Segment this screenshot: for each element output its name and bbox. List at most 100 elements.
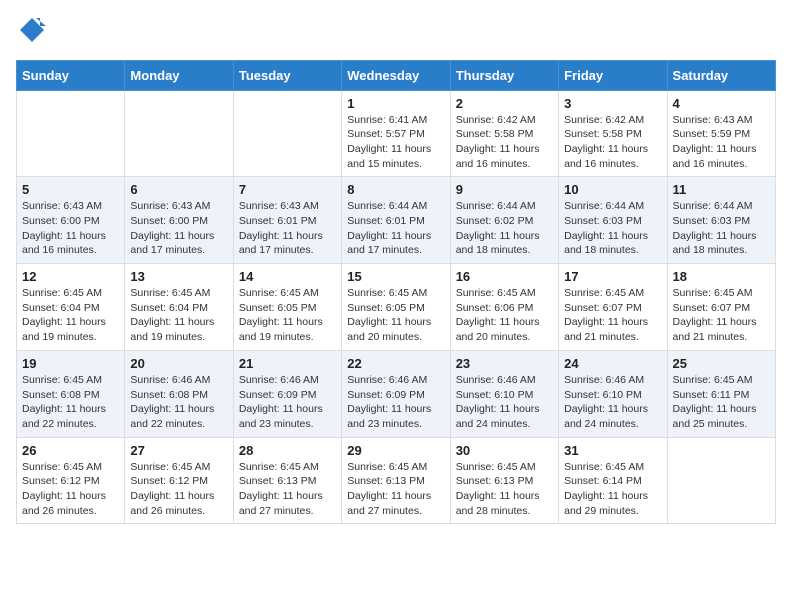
- calendar-week-row: 26 Sunrise: 6:45 AM Sunset: 6:12 PM Dayli…: [17, 437, 776, 524]
- page-header: [16, 16, 776, 50]
- day-info: Sunrise: 6:45 AM Sunset: 6:13 PM Dayligh…: [347, 460, 444, 519]
- calendar-header-saturday: Saturday: [667, 60, 775, 90]
- day-number: 21: [239, 356, 336, 371]
- day-info: Sunrise: 6:44 AM Sunset: 6:01 PM Dayligh…: [347, 199, 444, 258]
- calendar-cell: 21 Sunrise: 6:46 AM Sunset: 6:09 PM Dayli…: [233, 350, 341, 437]
- calendar-cell: 30 Sunrise: 6:45 AM Sunset: 6:13 PM Dayli…: [450, 437, 558, 524]
- day-number: 28: [239, 443, 336, 458]
- calendar-cell: 13 Sunrise: 6:45 AM Sunset: 6:04 PM Dayli…: [125, 264, 233, 351]
- calendar-cell: 5 Sunrise: 6:43 AM Sunset: 6:00 PM Daylig…: [17, 177, 125, 264]
- logo-icon: [18, 16, 46, 44]
- calendar-header-monday: Monday: [125, 60, 233, 90]
- day-number: 20: [130, 356, 227, 371]
- day-number: 9: [456, 182, 553, 197]
- day-info: Sunrise: 6:45 AM Sunset: 6:05 PM Dayligh…: [347, 286, 444, 345]
- day-number: 19: [22, 356, 119, 371]
- day-info: Sunrise: 6:45 AM Sunset: 6:13 PM Dayligh…: [239, 460, 336, 519]
- calendar-cell: 20 Sunrise: 6:46 AM Sunset: 6:08 PM Dayli…: [125, 350, 233, 437]
- day-number: 14: [239, 269, 336, 284]
- day-info: Sunrise: 6:45 AM Sunset: 6:11 PM Dayligh…: [673, 373, 770, 432]
- day-number: 17: [564, 269, 661, 284]
- day-info: Sunrise: 6:45 AM Sunset: 6:05 PM Dayligh…: [239, 286, 336, 345]
- day-number: 29: [347, 443, 444, 458]
- calendar-cell: 8Sunrise: 6:44 AM Sunset: 6:01 PM Daylig…: [342, 177, 450, 264]
- day-info: Sunrise: 6:41 AM Sunset: 5:57 PM Dayligh…: [347, 113, 444, 172]
- day-number: 23: [456, 356, 553, 371]
- day-number: 30: [456, 443, 553, 458]
- day-number: 22: [347, 356, 444, 371]
- day-info: Sunrise: 6:45 AM Sunset: 6:08 PM Dayligh…: [22, 373, 119, 432]
- calendar-cell: [667, 437, 775, 524]
- calendar-week-row: 1 Sunrise: 6:41 AM Sunset: 5:57 PM Daylig…: [17, 90, 776, 177]
- calendar-header-wednesday: Wednesday: [342, 60, 450, 90]
- calendar-cell: 23 Sunrise: 6:46 AM Sunset: 6:10 PM Dayli…: [450, 350, 558, 437]
- calendar-header-friday: Friday: [559, 60, 667, 90]
- calendar-cell: 6 Sunrise: 6:43 AM Sunset: 6:00 PM Daylig…: [125, 177, 233, 264]
- day-info: Sunrise: 6:44 AM Sunset: 6:03 PM Dayligh…: [564, 199, 661, 258]
- day-info: Sunrise: 6:42 AM Sunset: 5:58 PM Dayligh…: [564, 113, 661, 172]
- calendar-cell: 31Sunrise: 6:45 AM Sunset: 6:14 PM Dayli…: [559, 437, 667, 524]
- day-number: 5: [22, 182, 119, 197]
- day-number: 24: [564, 356, 661, 371]
- day-number: 16: [456, 269, 553, 284]
- calendar-cell: 10 Sunrise: 6:44 AM Sunset: 6:03 PM Dayli…: [559, 177, 667, 264]
- day-info: Sunrise: 6:45 AM Sunset: 6:13 PM Dayligh…: [456, 460, 553, 519]
- day-info: Sunrise: 6:44 AM Sunset: 6:03 PM Dayligh…: [673, 199, 770, 258]
- day-info: Sunrise: 6:45 AM Sunset: 6:14 PM Dayligh…: [564, 460, 661, 519]
- calendar-week-row: 5 Sunrise: 6:43 AM Sunset: 6:00 PM Daylig…: [17, 177, 776, 264]
- day-number: 13: [130, 269, 227, 284]
- logo: [16, 16, 46, 50]
- day-info: Sunrise: 6:43 AM Sunset: 6:00 PM Dayligh…: [22, 199, 119, 258]
- calendar-cell: 1 Sunrise: 6:41 AM Sunset: 5:57 PM Daylig…: [342, 90, 450, 177]
- day-info: Sunrise: 6:45 AM Sunset: 6:04 PM Dayligh…: [22, 286, 119, 345]
- calendar-cell: 11 Sunrise: 6:44 AM Sunset: 6:03 PM Dayli…: [667, 177, 775, 264]
- day-number: 1: [347, 96, 444, 111]
- day-info: Sunrise: 6:46 AM Sunset: 6:09 PM Dayligh…: [347, 373, 444, 432]
- calendar-cell: 14 Sunrise: 6:45 AM Sunset: 6:05 PM Dayli…: [233, 264, 341, 351]
- calendar-cell: 2 Sunrise: 6:42 AM Sunset: 5:58 PM Daylig…: [450, 90, 558, 177]
- day-number: 15: [347, 269, 444, 284]
- calendar-cell: 7 Sunrise: 6:43 AM Sunset: 6:01 PM Daylig…: [233, 177, 341, 264]
- day-info: Sunrise: 6:43 AM Sunset: 5:59 PM Dayligh…: [673, 113, 770, 172]
- calendar-cell: 19 Sunrise: 6:45 AM Sunset: 6:08 PM Dayli…: [17, 350, 125, 437]
- calendar-cell: [233, 90, 341, 177]
- day-info: Sunrise: 6:46 AM Sunset: 6:09 PM Dayligh…: [239, 373, 336, 432]
- day-number: 10: [564, 182, 661, 197]
- day-info: Sunrise: 6:44 AM Sunset: 6:02 PM Dayligh…: [456, 199, 553, 258]
- calendar-cell: 18 Sunrise: 6:45 AM Sunset: 6:07 PM Dayli…: [667, 264, 775, 351]
- day-info: Sunrise: 6:45 AM Sunset: 6:07 PM Dayligh…: [673, 286, 770, 345]
- day-info: Sunrise: 6:46 AM Sunset: 6:10 PM Dayligh…: [456, 373, 553, 432]
- day-info: Sunrise: 6:42 AM Sunset: 5:58 PM Dayligh…: [456, 113, 553, 172]
- day-number: 27: [130, 443, 227, 458]
- day-info: Sunrise: 6:45 AM Sunset: 6:12 PM Dayligh…: [130, 460, 227, 519]
- day-number: 4: [673, 96, 770, 111]
- day-number: 7: [239, 182, 336, 197]
- day-number: 11: [673, 182, 770, 197]
- calendar-header-thursday: Thursday: [450, 60, 558, 90]
- day-number: 12: [22, 269, 119, 284]
- calendar-cell: 27 Sunrise: 6:45 AM Sunset: 6:12 PM Dayli…: [125, 437, 233, 524]
- calendar-header-tuesday: Tuesday: [233, 60, 341, 90]
- calendar-header-sunday: Sunday: [17, 60, 125, 90]
- day-number: 18: [673, 269, 770, 284]
- calendar-cell: 12 Sunrise: 6:45 AM Sunset: 6:04 PM Dayli…: [17, 264, 125, 351]
- calendar-cell: 25Sunrise: 6:45 AM Sunset: 6:11 PM Dayli…: [667, 350, 775, 437]
- day-number: 26: [22, 443, 119, 458]
- calendar-cell: 9 Sunrise: 6:44 AM Sunset: 6:02 PM Daylig…: [450, 177, 558, 264]
- calendar-week-row: 12 Sunrise: 6:45 AM Sunset: 6:04 PM Dayli…: [17, 264, 776, 351]
- day-info: Sunrise: 6:43 AM Sunset: 6:00 PM Dayligh…: [130, 199, 227, 258]
- calendar-cell: 15 Sunrise: 6:45 AM Sunset: 6:05 PM Dayli…: [342, 264, 450, 351]
- day-info: Sunrise: 6:43 AM Sunset: 6:01 PM Dayligh…: [239, 199, 336, 258]
- day-info: Sunrise: 6:46 AM Sunset: 6:08 PM Dayligh…: [130, 373, 227, 432]
- calendar-cell: 22 Sunrise: 6:46 AM Sunset: 6:09 PM Dayli…: [342, 350, 450, 437]
- day-info: Sunrise: 6:45 AM Sunset: 6:06 PM Dayligh…: [456, 286, 553, 345]
- day-info: Sunrise: 6:46 AM Sunset: 6:10 PM Dayligh…: [564, 373, 661, 432]
- day-number: 6: [130, 182, 227, 197]
- day-info: Sunrise: 6:45 AM Sunset: 6:12 PM Dayligh…: [22, 460, 119, 519]
- day-info: Sunrise: 6:45 AM Sunset: 6:04 PM Dayligh…: [130, 286, 227, 345]
- calendar-cell: 28 Sunrise: 6:45 AM Sunset: 6:13 PM Dayli…: [233, 437, 341, 524]
- calendar-cell: 16 Sunrise: 6:45 AM Sunset: 6:06 PM Dayli…: [450, 264, 558, 351]
- calendar-week-row: 19 Sunrise: 6:45 AM Sunset: 6:08 PM Dayli…: [17, 350, 776, 437]
- day-number: 2: [456, 96, 553, 111]
- calendar-cell: [125, 90, 233, 177]
